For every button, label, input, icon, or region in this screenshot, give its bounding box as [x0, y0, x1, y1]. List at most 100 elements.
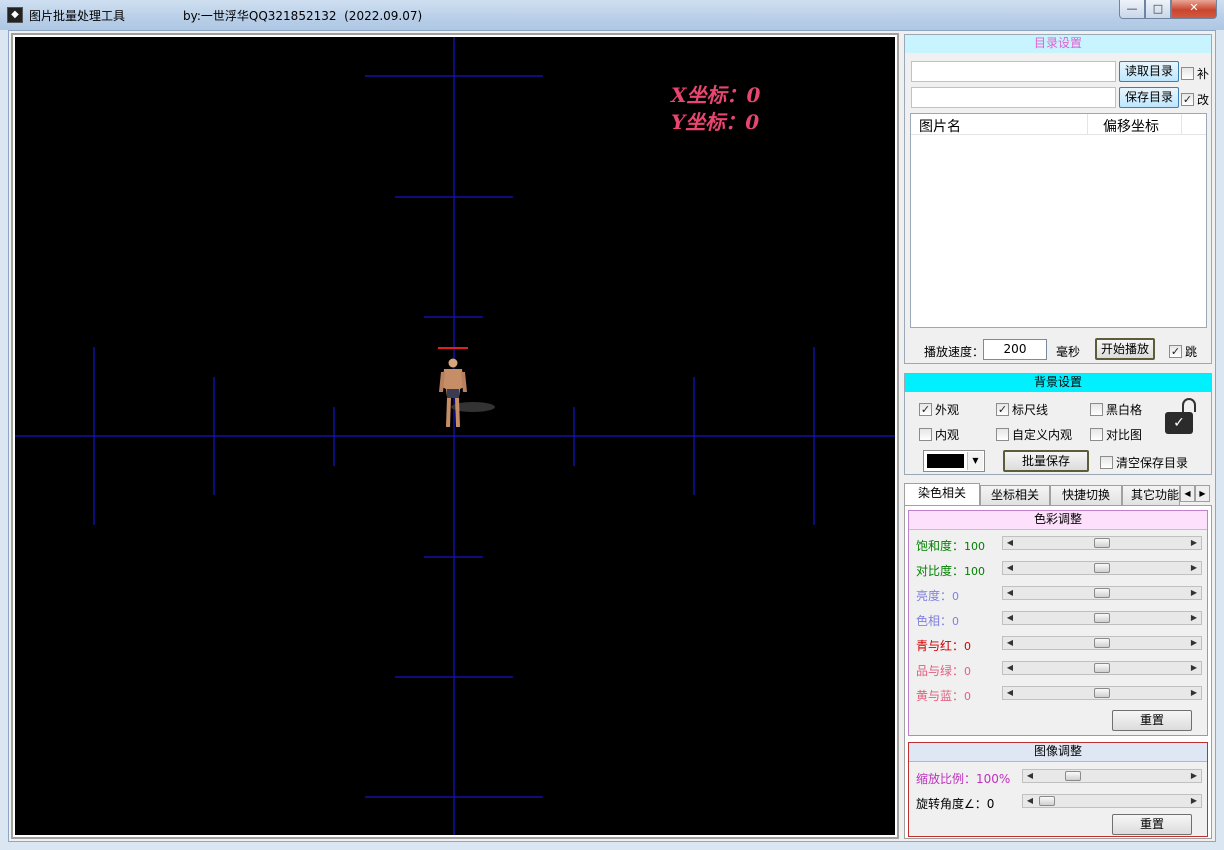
slider-right-icon: ▶	[1190, 563, 1198, 572]
color-adjust-value: 0	[952, 615, 960, 628]
col-offset[interactable]: 偏移坐标	[1103, 116, 1159, 136]
color-adjust-label: 青与红：0	[916, 639, 972, 653]
rotate-label: 旋转角度∠：0	[916, 797, 995, 811]
color-adjust-slider[interactable]: ◀ ▶	[1002, 611, 1202, 625]
custom-inner-checkbox[interactable]: 自定义内观	[996, 426, 1072, 443]
maximize-button[interactable]: □	[1145, 0, 1171, 19]
gai-box: ✓	[1181, 93, 1194, 106]
compare-checkbox[interactable]: 对比图	[1090, 426, 1142, 443]
slider-thumb[interactable]	[1094, 563, 1110, 573]
color-adjust-label: 饱和度：100	[916, 539, 986, 553]
bu-checkbox[interactable]: 补	[1181, 65, 1209, 82]
directory-header: 目录设置	[905, 35, 1211, 53]
slider-thumb[interactable]	[1094, 663, 1110, 673]
slider-right-icon: ▶	[1190, 688, 1198, 697]
slider-left-icon: ◀	[1026, 771, 1034, 780]
slider-left-icon: ◀	[1006, 588, 1014, 597]
title-bar: ◆ 图片批量处理工具 by:一世浮华QQ321852132 (2022.09.0…	[0, 0, 1224, 30]
slider-right-icon: ▶	[1190, 613, 1198, 622]
inner-checkbox[interactable]: 内观	[919, 426, 959, 443]
scale-slider[interactable]: ◀ ▶	[1022, 769, 1202, 783]
slider-left-icon: ◀	[1006, 538, 1014, 547]
appearance-label: 外观	[935, 403, 960, 417]
tab-coordinate[interactable]: 坐标相关	[980, 485, 1050, 505]
tab-quick-switch[interactable]: 快捷切换	[1050, 485, 1122, 505]
color-reset-button[interactable]: 重置	[1112, 710, 1192, 731]
tab-page-dye: 色彩调整 饱和度：100 ◀ ▶ 对比度：100 ◀ ▶ 亮度：0 ◀ ▶ 色相：0 ◀ ▶ 青与红：0…	[904, 505, 1212, 839]
close-button[interactable]: ✕	[1171, 0, 1217, 19]
tab-scroll-left-icon[interactable]: ◀	[1180, 485, 1195, 502]
slider-thumb[interactable]	[1094, 613, 1110, 623]
slider-left-icon: ◀	[1026, 796, 1034, 805]
read-dir-button[interactable]: 读取目录	[1119, 61, 1179, 82]
image-adjust-group: 图像调整 缩放比例：100% ◀ ▶ 旋转角度∠：0 ◀ ▶ 重置	[908, 742, 1208, 837]
appearance-checkbox[interactable]: ✓ 外观	[919, 401, 959, 418]
scale-slider-thumb[interactable]	[1065, 771, 1081, 781]
color-adjust-label: 亮度：0	[916, 589, 960, 603]
lock-icon[interactable]: ✓	[1165, 398, 1196, 438]
color-adjust-slider[interactable]: ◀ ▶	[1002, 686, 1202, 700]
compare-label: 对比图	[1106, 428, 1143, 442]
slider-thumb[interactable]	[1094, 538, 1110, 548]
tiao-box: ✓	[1169, 345, 1182, 358]
color-adjust-slider[interactable]: ◀ ▶	[1002, 636, 1202, 650]
rotate-value: 0	[986, 797, 995, 811]
batch-save-button[interactable]: 批量保存	[1003, 450, 1089, 472]
speed-input[interactable]: 200	[983, 339, 1047, 360]
clear-save-dir-box	[1100, 456, 1113, 469]
gai-checkbox[interactable]: ✓ 改	[1181, 91, 1209, 108]
color-adjust-value: 0	[964, 640, 972, 653]
appearance-box: ✓	[919, 403, 932, 416]
read-dir-input[interactable]	[911, 61, 1116, 82]
color-adjust-value: 0	[964, 665, 972, 678]
start-play-button[interactable]: 开始播放	[1095, 338, 1155, 360]
rotate-slider-thumb[interactable]	[1039, 796, 1055, 806]
color-adjust-slider[interactable]: ◀ ▶	[1002, 561, 1202, 575]
tiao-checkbox[interactable]: ✓ 跳	[1169, 343, 1197, 360]
tab-scroll-right-icon[interactable]: ▶	[1195, 485, 1210, 502]
color-adjust-label: 品与绿：0	[916, 664, 972, 678]
bw-grid-checkbox[interactable]: 黑白格	[1090, 401, 1142, 418]
slider-right-icon: ▶	[1190, 663, 1198, 672]
image-reset-button[interactable]: 重置	[1112, 814, 1192, 835]
slider-thumb[interactable]	[1094, 588, 1110, 598]
save-dir-button[interactable]: 保存目录	[1119, 87, 1179, 108]
tiao-label: 跳	[1185, 345, 1198, 359]
col-image-name[interactable]: 图片名	[919, 116, 961, 136]
preview-canvas[interactable]: X坐标：0 Y坐标：0	[15, 37, 895, 835]
color-adjust-label: 黄与蓝：0	[916, 689, 972, 703]
tab-other[interactable]: 其它功能	[1122, 485, 1180, 505]
slider-left-icon: ◀	[1006, 663, 1014, 672]
app-icon[interactable]: ◆	[7, 7, 23, 23]
ruler-box: ✓	[996, 403, 1009, 416]
color-adjust-slider[interactable]: ◀ ▶	[1002, 586, 1202, 600]
color-adjust-label: 对比度：100	[916, 564, 986, 578]
slider-left-icon: ◀	[1006, 613, 1014, 622]
color-picker[interactable]: ▼	[923, 450, 985, 472]
tab-dye[interactable]: 染色相关	[904, 483, 980, 505]
compare-box	[1090, 428, 1103, 441]
slider-right-icon: ▶	[1190, 771, 1198, 780]
ruler-checkbox[interactable]: ✓ 标尺线	[996, 401, 1048, 418]
color-adjust-slider[interactable]: ◀ ▶	[1002, 536, 1202, 550]
character-sprite	[439, 358, 495, 427]
clear-save-dir-checkbox[interactable]: 清空保存目录	[1100, 454, 1188, 471]
scale-value: 100%	[976, 772, 1011, 786]
color-adjust-value: 0	[952, 590, 960, 603]
color-adjust-header: 色彩调整	[909, 511, 1207, 530]
close-icon: ✕	[1189, 1, 1199, 14]
rotate-slider[interactable]: ◀ ▶	[1022, 794, 1202, 808]
color-adjust-slider[interactable]: ◀ ▶	[1002, 661, 1202, 675]
slider-right-icon: ▶	[1190, 588, 1198, 597]
save-dir-input[interactable]	[911, 87, 1116, 108]
gai-label: 改	[1197, 93, 1210, 107]
x-coordinate-label: X坐标：0	[671, 83, 761, 107]
window-title: 图片批量处理工具	[29, 9, 126, 23]
background-header: 背景设置	[905, 374, 1211, 392]
slider-thumb[interactable]	[1094, 688, 1110, 698]
minimize-button[interactable]: —	[1119, 0, 1145, 19]
bw-grid-label: 黑白格	[1106, 403, 1143, 417]
image-list[interactable]: 图片名 偏移坐标	[910, 113, 1207, 328]
slider-left-icon: ◀	[1006, 563, 1014, 572]
slider-thumb[interactable]	[1094, 638, 1110, 648]
